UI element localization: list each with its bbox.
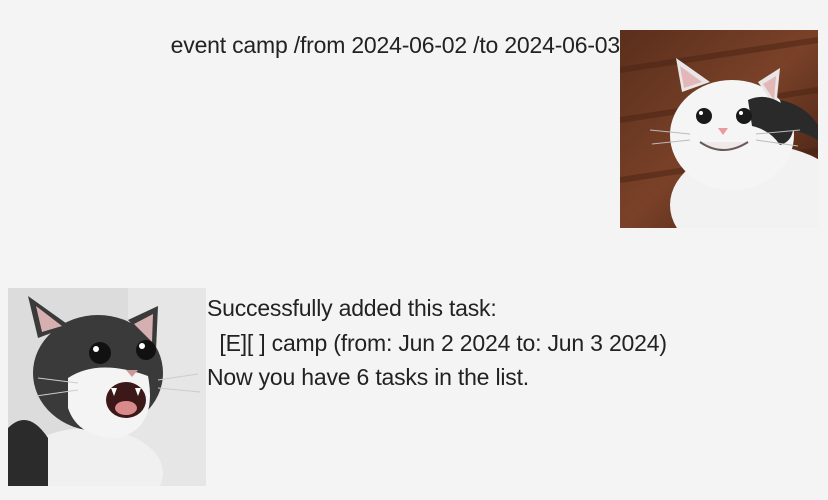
bot-response-text: Successfully added this task: [E][ ] cam… <box>207 291 667 395</box>
user-dialog-box: event camp /from 2024-06-02 /to 2024-06-… <box>0 28 828 230</box>
screaming-cat-icon <box>8 288 206 486</box>
bot-line-task-count: Now you have 6 tasks in the list. <box>207 364 529 390</box>
bot-avatar-image <box>8 288 206 486</box>
bot-dialog-box: Successfully added this task: [E][ ] cam… <box>0 286 828 490</box>
user-message-label: event camp /from 2024-06-02 /to 2024-06-… <box>170 32 621 58</box>
smiling-cat-icon <box>620 30 818 228</box>
bot-line-task-detail: [E][ ] camp (from: Jun 2 2024 to: Jun 3 … <box>207 329 667 356</box>
bot-line-task-added: Successfully added this task: <box>207 295 497 321</box>
user-avatar-image <box>620 30 818 228</box>
